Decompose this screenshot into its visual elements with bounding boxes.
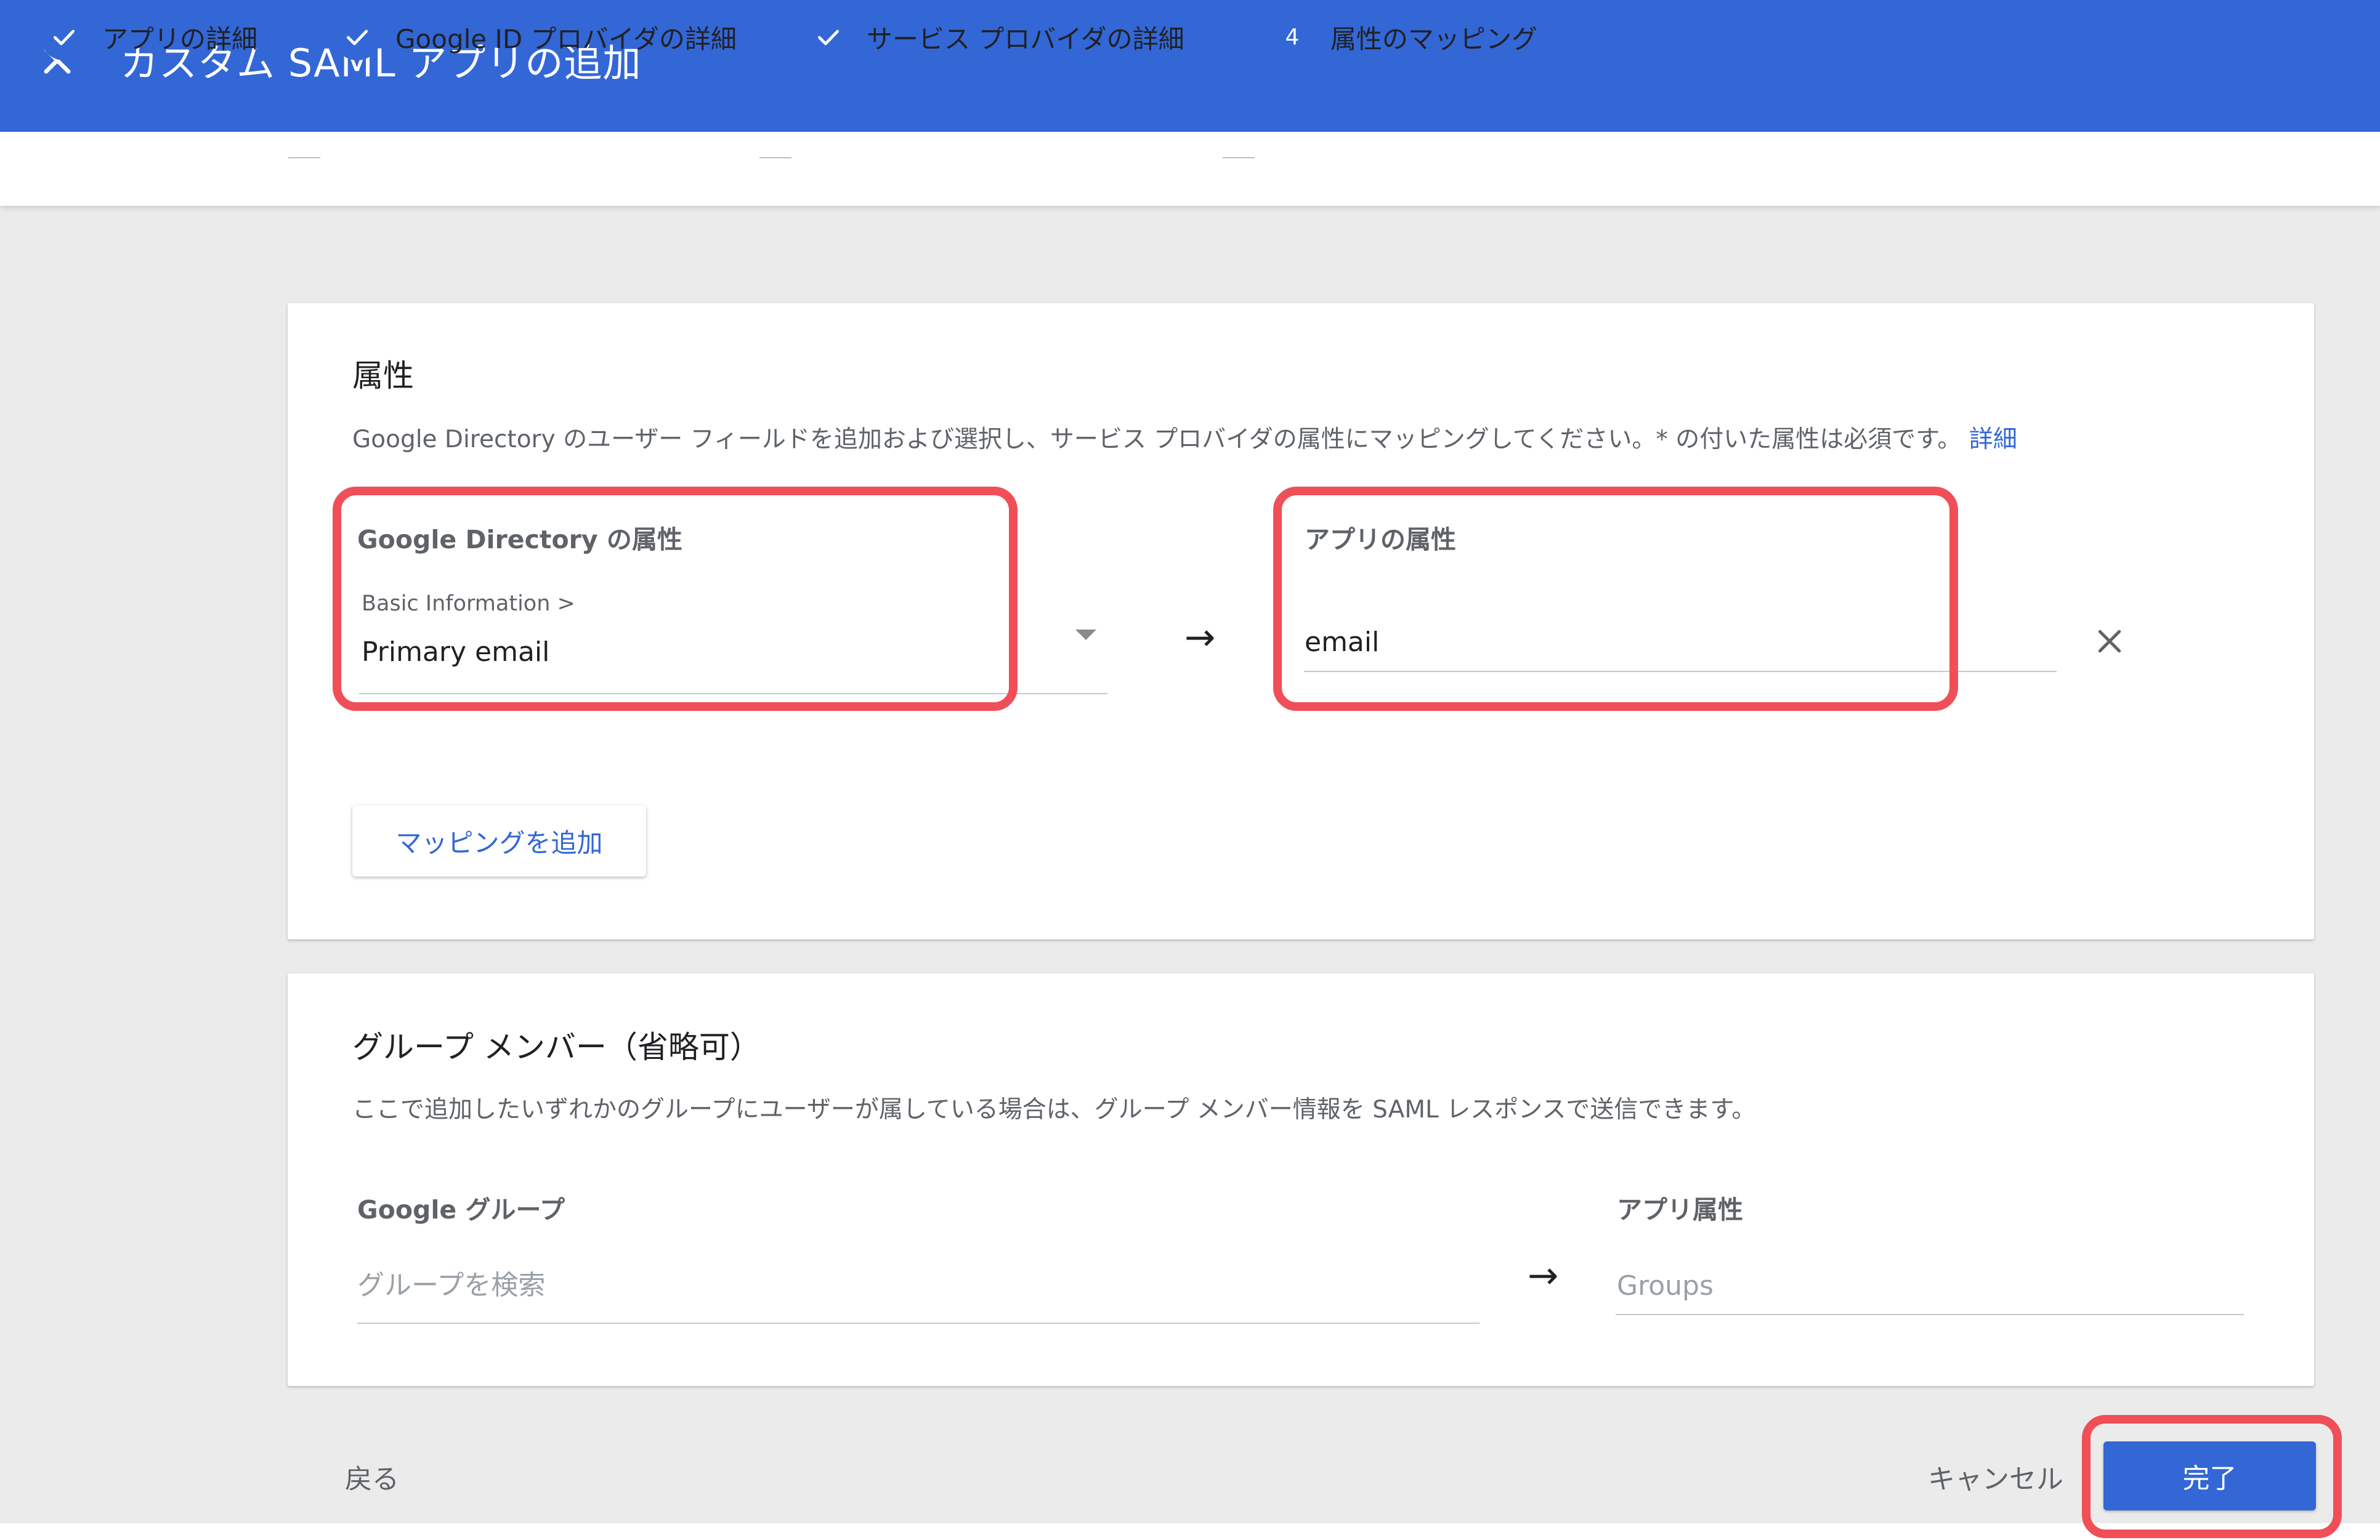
app-attribute-group-input[interactable]: Groups bbox=[1617, 1270, 1714, 1302]
step-connector bbox=[759, 157, 791, 158]
google-group-underline bbox=[357, 1323, 1479, 1324]
step-label: アプリの詳細 bbox=[102, 23, 258, 54]
group-members-description: ここで追加したいずれかのグループにユーザーが属している場合は、グループ メンバー… bbox=[352, 1096, 1756, 1124]
details-link[interactable]: 詳細 bbox=[1969, 426, 2017, 453]
back-button[interactable]: 戻る bbox=[345, 1457, 399, 1496]
app-attribute-group-underline bbox=[1616, 1314, 2244, 1315]
step-label: Google ID プロバイダの詳細 bbox=[395, 23, 737, 54]
step-attribute-mapping[interactable]: 4 属性のマッピング bbox=[1269, 0, 1537, 74]
stepper bbox=[0, 132, 2380, 206]
check-icon bbox=[41, 14, 87, 60]
google-group-search-input[interactable]: グループを検索 bbox=[357, 1263, 545, 1302]
step-idp-details[interactable]: Google ID プロバイダの詳細 bbox=[334, 0, 737, 74]
directory-attribute-label: Google Directory の属性 bbox=[357, 525, 682, 554]
app-attribute-group-label: アプリ属性 bbox=[1617, 1195, 1743, 1225]
directory-attribute-underline bbox=[359, 693, 1107, 694]
app-attribute-label: アプリの属性 bbox=[1305, 525, 1456, 554]
step-connector bbox=[1223, 157, 1255, 158]
step-label: サービス プロバイダの詳細 bbox=[867, 23, 1184, 54]
step-label: 属性のマッピング bbox=[1330, 23, 1538, 54]
step-number-badge: 4 bbox=[1269, 14, 1316, 60]
app-root: カスタム SAML アプリの追加 アプリの詳細 Google ID プロバイダの… bbox=[0, 0, 2380, 1540]
attributes-description: Google Directory のユーザー フィールドを追加および選択し、サー… bbox=[352, 420, 2017, 455]
step-sp-details[interactable]: サービス プロバイダの詳細 bbox=[805, 0, 1184, 74]
app-attribute-underline bbox=[1304, 671, 2057, 672]
done-button[interactable]: 完了 bbox=[2103, 1441, 2316, 1510]
step-connector bbox=[288, 157, 320, 158]
remove-mapping-icon[interactable] bbox=[2093, 625, 2126, 658]
directory-attribute-select[interactable]: Primary email bbox=[362, 636, 549, 668]
attributes-title: 属性 bbox=[352, 358, 414, 394]
cancel-button[interactable]: キャンセル bbox=[1928, 1457, 2063, 1496]
bottom-strip bbox=[0, 1523, 2380, 1540]
google-group-label: Google グループ bbox=[357, 1195, 565, 1225]
directory-attribute-category: Basic Information > bbox=[362, 591, 575, 616]
check-icon bbox=[334, 14, 381, 60]
group-members-title: グループ メンバー（省略可） bbox=[352, 1029, 761, 1065]
arrow-right-icon: → bbox=[1184, 616, 1216, 659]
check-icon bbox=[805, 14, 852, 60]
attributes-description-text: Google Directory のユーザー フィールドを追加および選択し、サー… bbox=[352, 426, 1962, 453]
add-mapping-button[interactable]: マッピングを追加 bbox=[352, 805, 646, 877]
chevron-down-icon[interactable] bbox=[1075, 630, 1096, 640]
arrow-right-icon: → bbox=[1528, 1254, 1559, 1297]
app-attribute-input[interactable]: email bbox=[1305, 626, 1379, 658]
step-app-details[interactable]: アプリの詳細 bbox=[41, 0, 257, 74]
